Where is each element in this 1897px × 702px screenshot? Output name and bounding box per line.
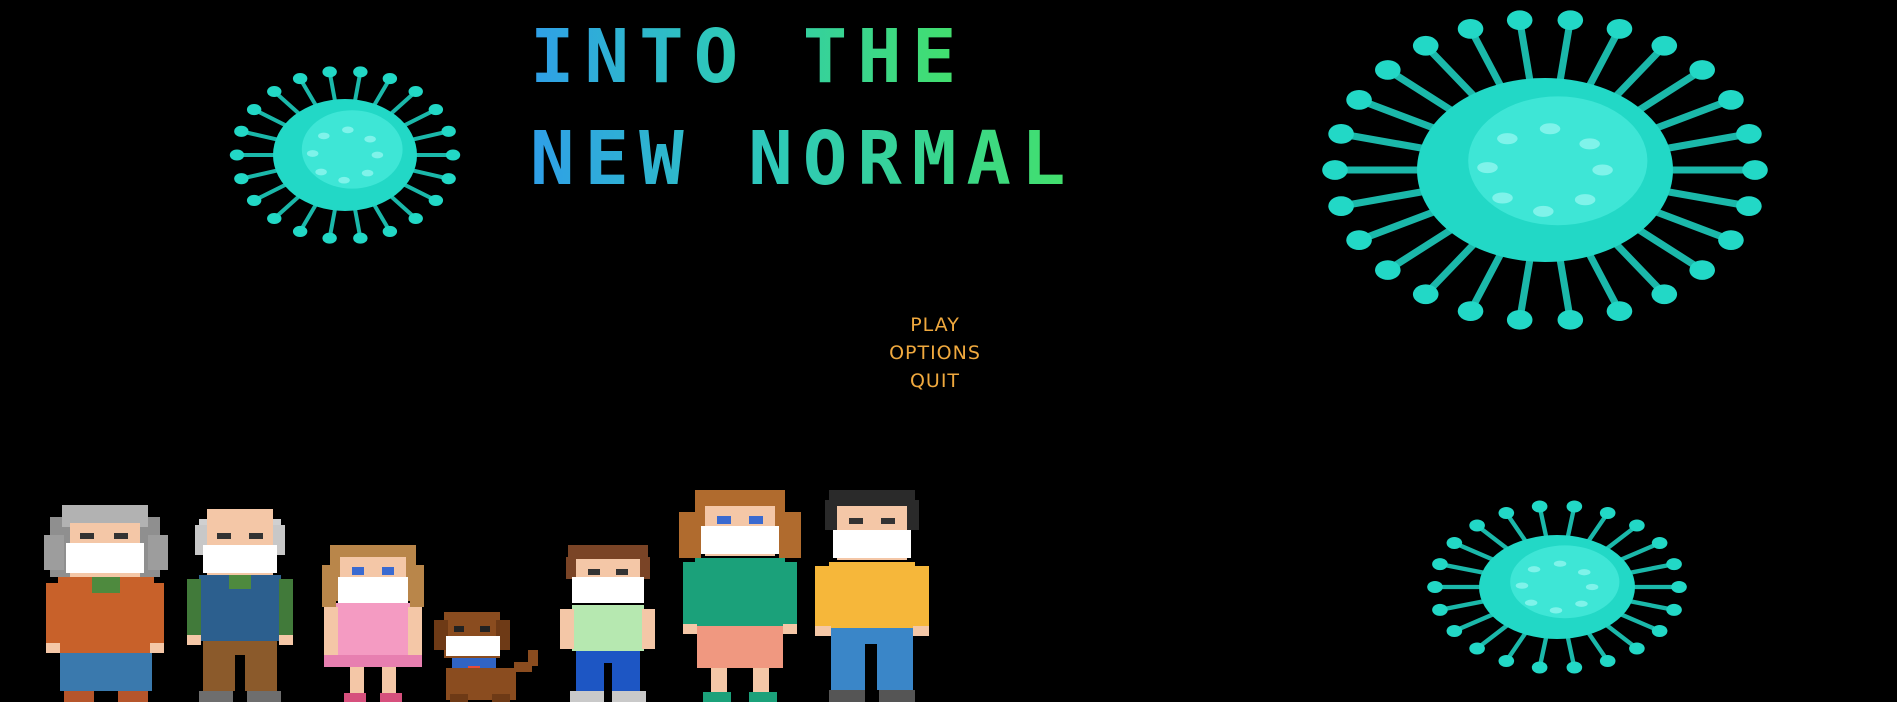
boy-sprite <box>560 545 655 702</box>
girl-sprite <box>322 545 424 702</box>
virus-icon-top-right <box>1322 10 1768 330</box>
dog-sprite <box>434 612 538 702</box>
grandmother-sprite <box>44 505 168 702</box>
play-button[interactable]: PLAY <box>0 314 1870 336</box>
virus-icon-bottom-right <box>1427 500 1687 674</box>
quit-button[interactable]: QUIT <box>0 370 1870 392</box>
father-sprite <box>815 490 929 702</box>
game-title-line-2: NEW NORMAL <box>530 116 1076 202</box>
options-button[interactable]: OPTIONS <box>0 342 1870 364</box>
mother-sprite <box>679 490 801 702</box>
grandfather-sprite <box>187 509 293 702</box>
virus-icon-top-left <box>229 66 461 244</box>
game-title-line-1: INTO THE <box>530 14 967 100</box>
